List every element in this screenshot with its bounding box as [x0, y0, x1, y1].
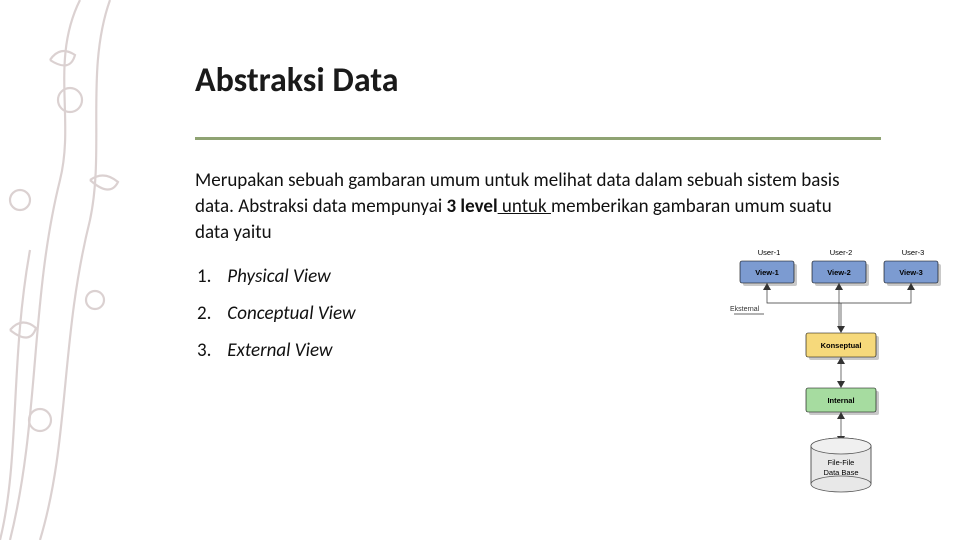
list-label: Physical View [227, 265, 330, 288]
levels-list: 1. Physical View 2. Conceptual View 3. E… [197, 265, 920, 362]
list-num: 3. [197, 339, 223, 362]
internal-box-label: Internal [827, 396, 854, 405]
list-item: 2. Conceptual View [197, 302, 920, 325]
list-item: 1. Physical View [197, 265, 920, 288]
list-label: Conceptual View [227, 302, 355, 325]
description-text: Merupakan sebuah gambaran umum untuk mel… [195, 168, 845, 247]
title-underline [195, 137, 881, 140]
desc-bold: 3 level [447, 195, 498, 218]
list-item: 3. External View [197, 339, 920, 362]
page-title: Abstraksi Data [195, 60, 920, 101]
desc-underline: untuk [498, 195, 551, 218]
list-label: External View [227, 339, 332, 362]
db-label-bottom: Data Base [823, 468, 858, 477]
db-label-top: File-File [828, 458, 855, 467]
list-num: 1. [197, 265, 223, 288]
list-num: 2. [197, 302, 223, 325]
